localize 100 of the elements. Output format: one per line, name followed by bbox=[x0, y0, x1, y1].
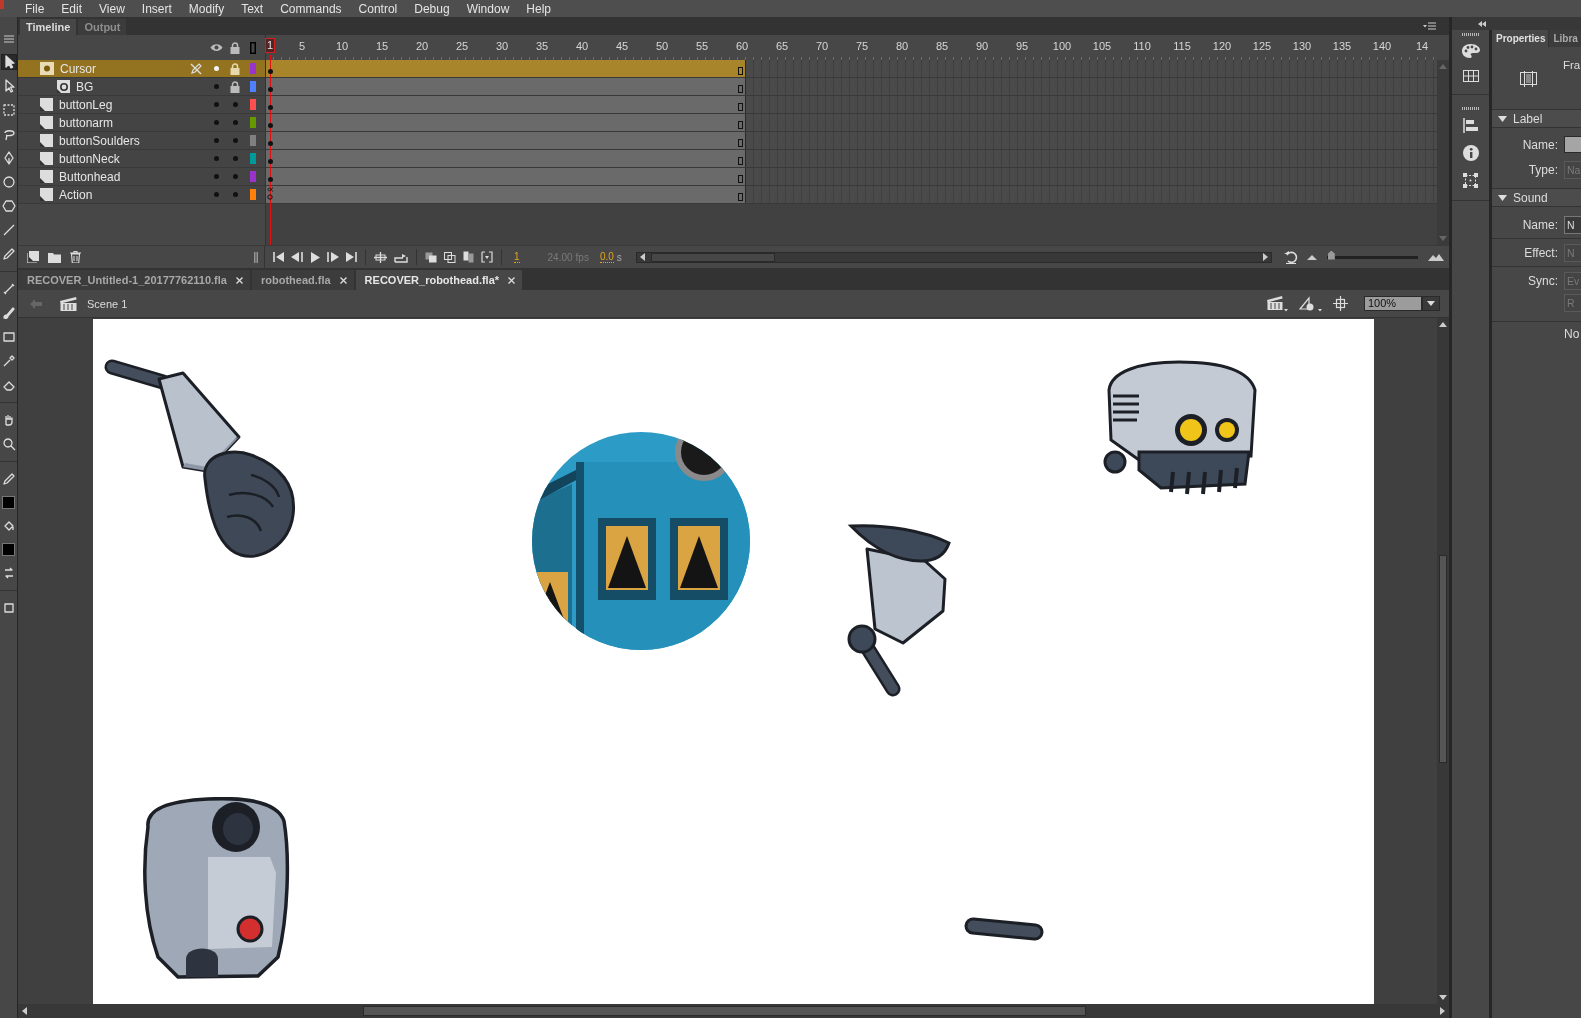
scroll-left-icon[interactable] bbox=[639, 253, 645, 261]
panel-menu-icon[interactable] bbox=[1423, 22, 1436, 30]
hexagon-icon[interactable] bbox=[1, 199, 16, 213]
grip-icon[interactable] bbox=[1462, 107, 1479, 110]
collapse-icon[interactable] bbox=[1478, 20, 1486, 27]
layer-color-swatch-icon[interactable] bbox=[250, 99, 256, 110]
last-frame-icon[interactable] bbox=[346, 252, 357, 262]
scrollbar[interactable] bbox=[1437, 318, 1449, 1004]
align-icon[interactable] bbox=[1463, 118, 1478, 133]
color-swatch-icon[interactable] bbox=[2, 496, 15, 509]
keyframe-icon[interactable] bbox=[267, 69, 273, 74]
first-frame-icon[interactable] bbox=[273, 252, 284, 262]
keyframe-icon[interactable] bbox=[267, 105, 273, 110]
pencil-icon[interactable] bbox=[1, 247, 16, 261]
lock-icon[interactable] bbox=[230, 41, 240, 54]
scrollbar-thumb[interactable] bbox=[363, 1006, 1086, 1016]
dropdown-button[interactable] bbox=[1422, 296, 1440, 311]
lock-dot-icon[interactable] bbox=[232, 120, 238, 125]
layer-color-swatch-icon[interactable] bbox=[250, 81, 256, 92]
loop-icon[interactable] bbox=[1283, 250, 1298, 264]
close-icon[interactable] bbox=[235, 276, 243, 284]
panel-tab[interactable]: Properties bbox=[1492, 30, 1549, 47]
grip-icon[interactable] bbox=[254, 251, 258, 263]
elapsed-time-value[interactable]: 0.0 bbox=[599, 251, 614, 263]
visibility-dot-icon[interactable] bbox=[213, 102, 219, 107]
brush-icon[interactable] bbox=[1, 306, 16, 320]
panel-menu-icon[interactable] bbox=[3, 35, 14, 43]
transform-icon[interactable] bbox=[1463, 173, 1478, 188]
clapperboard-icon[interactable] bbox=[1267, 295, 1289, 312]
menu-item[interactable]: Edit bbox=[61, 1, 83, 16]
layer-color-swatch-icon[interactable] bbox=[250, 117, 256, 128]
document-tab[interactable]: RECOVER_robothead.fla* bbox=[355, 270, 523, 290]
scrollbar-thumb[interactable] bbox=[1439, 555, 1447, 763]
scroll-down-icon[interactable] bbox=[1439, 995, 1447, 1000]
section-header[interactable]: Label bbox=[1492, 110, 1581, 128]
menu-item[interactable]: Modify bbox=[188, 1, 225, 16]
scroll-up-icon[interactable] bbox=[1439, 322, 1447, 327]
panel-tab[interactable]: Libra bbox=[1549, 30, 1581, 47]
trash-icon[interactable] bbox=[70, 251, 81, 263]
keyframe-icon[interactable] bbox=[267, 159, 273, 164]
zoom-field[interactable]: 100% bbox=[1364, 296, 1422, 311]
new-layer-icon[interactable] bbox=[27, 251, 39, 263]
section-header[interactable]: Sound bbox=[1492, 189, 1581, 207]
bone-icon[interactable] bbox=[1, 282, 16, 296]
clapperboard-icon[interactable] bbox=[60, 296, 77, 311]
lock-icon[interactable] bbox=[230, 80, 240, 93]
layer-row[interactable]: BG bbox=[18, 78, 265, 96]
layer-color-swatch-icon[interactable] bbox=[250, 153, 256, 164]
dropdown-field[interactable]: N bbox=[1564, 216, 1581, 234]
pencil-icon[interactable] bbox=[1, 472, 16, 486]
menu-item[interactable]: View bbox=[99, 1, 125, 16]
step-forward-icon[interactable] bbox=[327, 252, 339, 262]
lock-dot-icon[interactable] bbox=[232, 156, 238, 161]
visibility-dot-icon[interactable] bbox=[213, 156, 219, 161]
play-icon[interactable] bbox=[310, 251, 320, 263]
visibility-dot-icon[interactable] bbox=[213, 66, 219, 71]
scrollbar-thumb[interactable] bbox=[650, 252, 775, 262]
step-back-icon[interactable] bbox=[291, 252, 303, 262]
rectangle-icon[interactable] bbox=[1, 330, 16, 344]
onion-skin-icon[interactable] bbox=[425, 251, 437, 263]
layer-row[interactable]: buttonarm bbox=[18, 114, 265, 132]
palette-icon[interactable] bbox=[1461, 44, 1480, 58]
lock-dot-icon[interactable] bbox=[232, 174, 238, 179]
close-icon[interactable] bbox=[508, 276, 516, 284]
layer-color-swatch-icon[interactable] bbox=[250, 189, 256, 200]
visibility-dot-icon[interactable] bbox=[213, 120, 219, 125]
menu-item[interactable]: File bbox=[25, 1, 45, 16]
layer-color-swatch-icon[interactable] bbox=[250, 171, 256, 182]
lasso-icon[interactable] bbox=[1, 127, 16, 141]
lock-dot-icon[interactable] bbox=[232, 138, 238, 143]
visibility-dot-icon[interactable] bbox=[213, 84, 219, 89]
layer-color-swatch-icon[interactable] bbox=[250, 63, 256, 74]
visibility-dot-icon[interactable] bbox=[213, 192, 219, 197]
scroll-left-icon[interactable] bbox=[22, 1007, 27, 1015]
onion-outline-icon[interactable] bbox=[444, 251, 456, 263]
crosshair-icon[interactable] bbox=[1333, 296, 1348, 311]
layer-row[interactable]: Action bbox=[18, 186, 265, 204]
menu-item[interactable]: Control bbox=[358, 1, 398, 16]
layer-row[interactable]: buttonLeg bbox=[18, 96, 265, 114]
document-tab[interactable]: RECOVER_Untitled-1_20177762110.fla bbox=[18, 270, 250, 290]
folder-icon[interactable] bbox=[48, 251, 61, 263]
lock-icon[interactable] bbox=[230, 62, 240, 75]
keyframe-icon[interactable] bbox=[267, 177, 273, 182]
menu-item[interactable]: Text bbox=[241, 1, 264, 16]
eyedropper-icon[interactable] bbox=[1, 354, 16, 368]
menu-item[interactable]: Window bbox=[466, 1, 510, 16]
visibility-dot-icon[interactable] bbox=[213, 174, 219, 179]
lock-dot-icon[interactable] bbox=[232, 192, 238, 197]
layer-row[interactable]: buttonNeck bbox=[18, 150, 265, 168]
color-swatch-icon[interactable] bbox=[2, 543, 15, 556]
small-mountain-icon[interactable] bbox=[1306, 254, 1317, 260]
square-icon[interactable] bbox=[1, 601, 16, 615]
grip-icon[interactable] bbox=[1462, 33, 1479, 36]
loop-arrow-icon[interactable] bbox=[394, 251, 408, 263]
center-frame-icon[interactable] bbox=[374, 251, 387, 263]
magnifier-icon[interactable] bbox=[1, 437, 16, 451]
swatch-grid-icon[interactable] bbox=[1462, 70, 1479, 82]
layer-row[interactable]: Cursor bbox=[18, 60, 265, 78]
keyframe-icon[interactable] bbox=[267, 87, 273, 92]
edit-multiple-frames-icon[interactable] bbox=[463, 251, 474, 263]
